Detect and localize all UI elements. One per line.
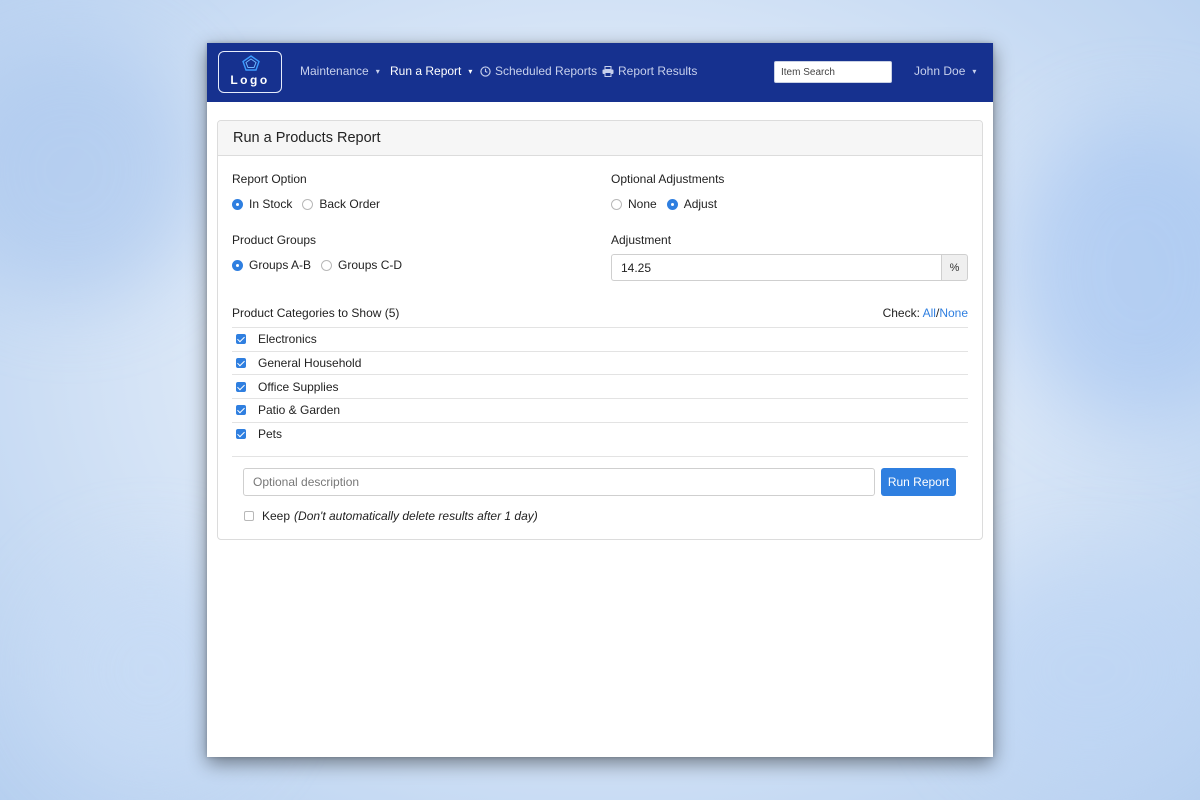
radio-in-stock-control[interactable] <box>232 198 243 210</box>
divider <box>232 456 968 457</box>
radio-in-stock-label: In Stock <box>249 197 293 211</box>
adjustment-label: Adjustment <box>611 233 672 247</box>
pentagon-logo-icon <box>242 55 260 71</box>
optional-adjustments-group: None Adjust <box>611 197 727 211</box>
percent-addon: % <box>941 254 968 281</box>
nav-report-results[interactable]: Report Results <box>602 64 697 78</box>
checkbox-patio-garden[interactable] <box>236 405 246 416</box>
report-card: Run a Products Report Report Option In S… <box>217 120 983 540</box>
run-report-button[interactable]: Run Report <box>881 468 956 496</box>
card-title: Run a Products Report <box>218 121 982 156</box>
radio-groups-a-b[interactable]: Groups A-B <box>232 258 311 272</box>
radio-in-stock[interactable]: In Stock <box>232 197 292 211</box>
radio-adjust[interactable]: Adjust <box>666 197 718 211</box>
check-all-link[interactable]: All <box>923 306 936 320</box>
list-item[interactable]: Patio & Garden <box>232 398 968 422</box>
radio-back-order-control[interactable] <box>302 198 314 210</box>
radio-none[interactable]: None <box>611 197 657 211</box>
radio-groups-c-d[interactable]: Groups C-D <box>321 258 402 272</box>
app-window: Logo Maintenance ▾ Run a Report ▾ Schedu… <box>207 43 993 757</box>
category-label: General Household <box>258 356 362 371</box>
logo-text: Logo <box>230 73 270 87</box>
check-none-link[interactable]: None <box>939 306 968 320</box>
list-item[interactable]: Office Supplies <box>232 374 968 398</box>
category-label: Electronics <box>258 332 317 347</box>
clock-icon <box>480 65 491 77</box>
nav-run-a-report[interactable]: Run a Report ▾ <box>390 64 472 78</box>
list-item[interactable]: Electronics <box>232 327 968 351</box>
keep-option[interactable]: Keep (Don't automatically delete results… <box>244 509 538 523</box>
radio-groups-a-b-label: Groups A-B <box>249 258 312 272</box>
checkbox-pets[interactable] <box>236 429 246 440</box>
radio-back-order[interactable]: Back Order <box>302 197 380 211</box>
nav-maintenance-label: Maintenance <box>300 64 369 78</box>
radio-none-label: None <box>628 197 657 211</box>
product-groups-group: Groups A-B Groups C-D <box>232 258 412 272</box>
category-label: Office Supplies <box>258 379 339 394</box>
user-name: John Doe <box>914 64 966 78</box>
nav-maintenance[interactable]: Maintenance ▾ <box>300 64 380 78</box>
chevron-down-icon: ▾ <box>972 66 977 76</box>
radio-back-order-label: Back Order <box>319 197 381 211</box>
chevron-down-icon: ▾ <box>375 66 380 76</box>
radio-none-control[interactable] <box>611 198 622 210</box>
nav-run-a-report-label: Run a Report <box>390 64 462 78</box>
keep-label: Keep <box>262 509 291 523</box>
category-list: Electronics General Household Office Sup… <box>232 327 968 445</box>
optional-adjustments-label: Optional Adjustments <box>611 172 725 186</box>
category-label: Patio & Garden <box>258 403 341 418</box>
check-all-none: Check: All/None <box>883 306 968 320</box>
report-option-label: Report Option <box>232 172 307 186</box>
item-search-input[interactable] <box>774 61 892 83</box>
description-input[interactable] <box>243 468 875 496</box>
radio-groups-a-b-control[interactable] <box>232 259 243 271</box>
nav-report-results-label: Report Results <box>618 64 698 78</box>
user-menu[interactable]: John Doe ▾ <box>914 64 976 78</box>
category-label: Pets <box>258 427 283 442</box>
radio-adjust-control[interactable] <box>666 198 678 210</box>
chevron-down-icon: ▾ <box>468 66 473 76</box>
adjustment-input[interactable] <box>611 254 941 281</box>
product-groups-label: Product Groups <box>232 233 317 247</box>
logo[interactable]: Logo <box>218 51 282 93</box>
checkbox-electronics[interactable] <box>236 334 246 345</box>
keep-checkbox[interactable] <box>244 511 254 521</box>
radio-groups-c-d-control[interactable] <box>321 259 333 271</box>
radio-groups-c-d-label: Groups C-D <box>338 258 403 272</box>
nav-scheduled-reports-label: Scheduled Reports <box>495 64 598 78</box>
list-item[interactable]: General Household <box>232 350 968 375</box>
radio-adjust-label: Adjust <box>683 197 718 211</box>
report-option-group: In Stock Back Order <box>232 197 390 211</box>
check-label: Check: <box>882 306 920 320</box>
list-item[interactable]: Pets <box>232 421 968 446</box>
printer-icon <box>602 65 614 77</box>
navbar: Logo Maintenance ▾ Run a Report ▾ Schedu… <box>207 43 993 102</box>
checkbox-general-household[interactable] <box>236 358 246 369</box>
nav-scheduled-reports[interactable]: Scheduled Reports <box>480 64 597 78</box>
categories-label: Product Categories to Show (5) <box>232 306 400 320</box>
checkbox-office-supplies[interactable] <box>236 381 246 392</box>
keep-note: (Don't automatically delete results afte… <box>294 509 538 523</box>
